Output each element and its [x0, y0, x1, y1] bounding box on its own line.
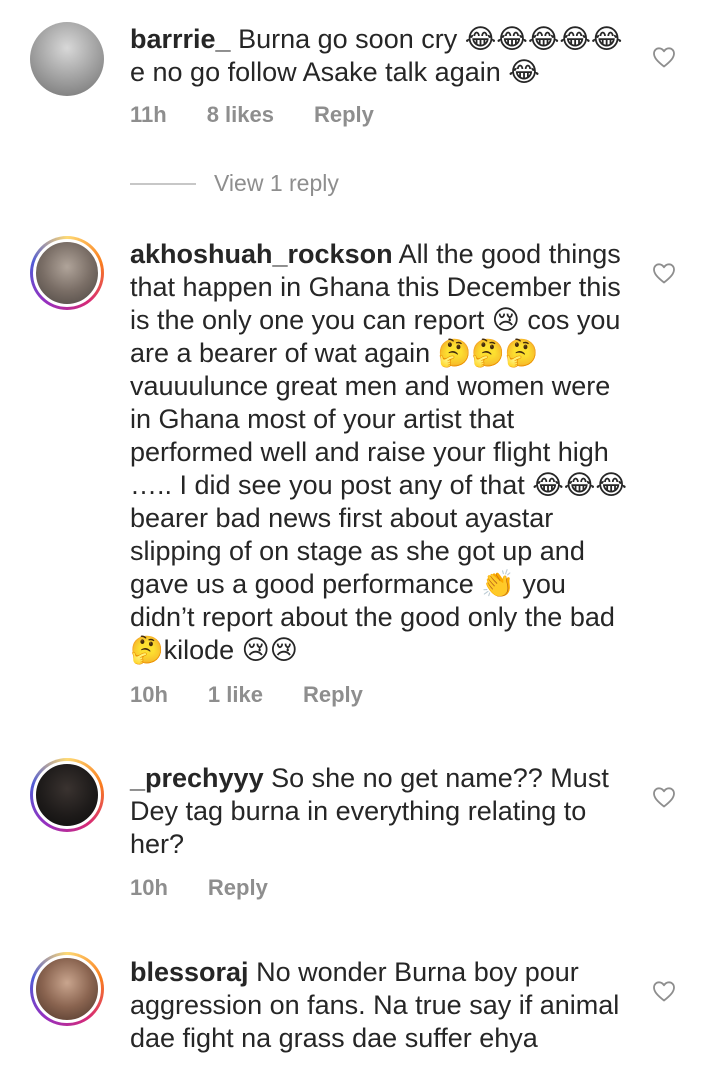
heart-outline-icon[interactable] — [652, 786, 676, 808]
heart-outline-icon[interactable] — [652, 262, 676, 284]
comment-likes[interactable]: 8 likes — [207, 102, 274, 128]
view-replies-button[interactable]: View 1 reply — [130, 170, 339, 197]
comment-time: 10h — [130, 682, 168, 707]
reply-button[interactable]: Reply — [303, 682, 363, 708]
avatar[interactable] — [30, 236, 104, 310]
comment-likes[interactable]: 1 like — [208, 682, 263, 708]
comment-body: akhoshuah_rockson All the good things th… — [130, 238, 630, 667]
comment-body: barrrie_ Burna go soon cry 😂😂😂😂😂 e no go… — [130, 23, 630, 89]
reply-button[interactable]: Reply — [314, 102, 374, 128]
comment-username[interactable]: akhoshuah_rockson — [130, 239, 393, 269]
comment-time: 10h — [130, 875, 168, 900]
comment-body: blessoraj No wonder Burna boy pour aggre… — [130, 956, 630, 1055]
avatar[interactable] — [30, 952, 104, 1026]
comment-username[interactable]: _prechyyy — [130, 763, 264, 793]
avatar[interactable] — [30, 758, 104, 832]
heart-outline-icon[interactable] — [652, 46, 676, 68]
comment-body: _prechyyy So she no get name?? Must Dey … — [130, 762, 630, 861]
reply-button[interactable]: Reply — [208, 875, 268, 901]
comment-meta: 10h Reply — [130, 875, 268, 901]
comment-username[interactable]: barrrie_ — [130, 24, 231, 54]
comment-text: All the good things that happen in Ghana… — [130, 239, 627, 665]
comment-meta: 10h 1 like Reply — [130, 682, 363, 708]
comment-username[interactable]: blessoraj — [130, 957, 249, 987]
view-replies-label: View 1 reply — [214, 170, 339, 196]
avatar[interactable] — [30, 22, 104, 96]
heart-outline-icon[interactable] — [652, 980, 676, 1002]
divider-line — [130, 182, 196, 185]
comment-meta: 11h 8 likes Reply — [130, 102, 374, 128]
comment-time: 11h — [130, 102, 167, 127]
